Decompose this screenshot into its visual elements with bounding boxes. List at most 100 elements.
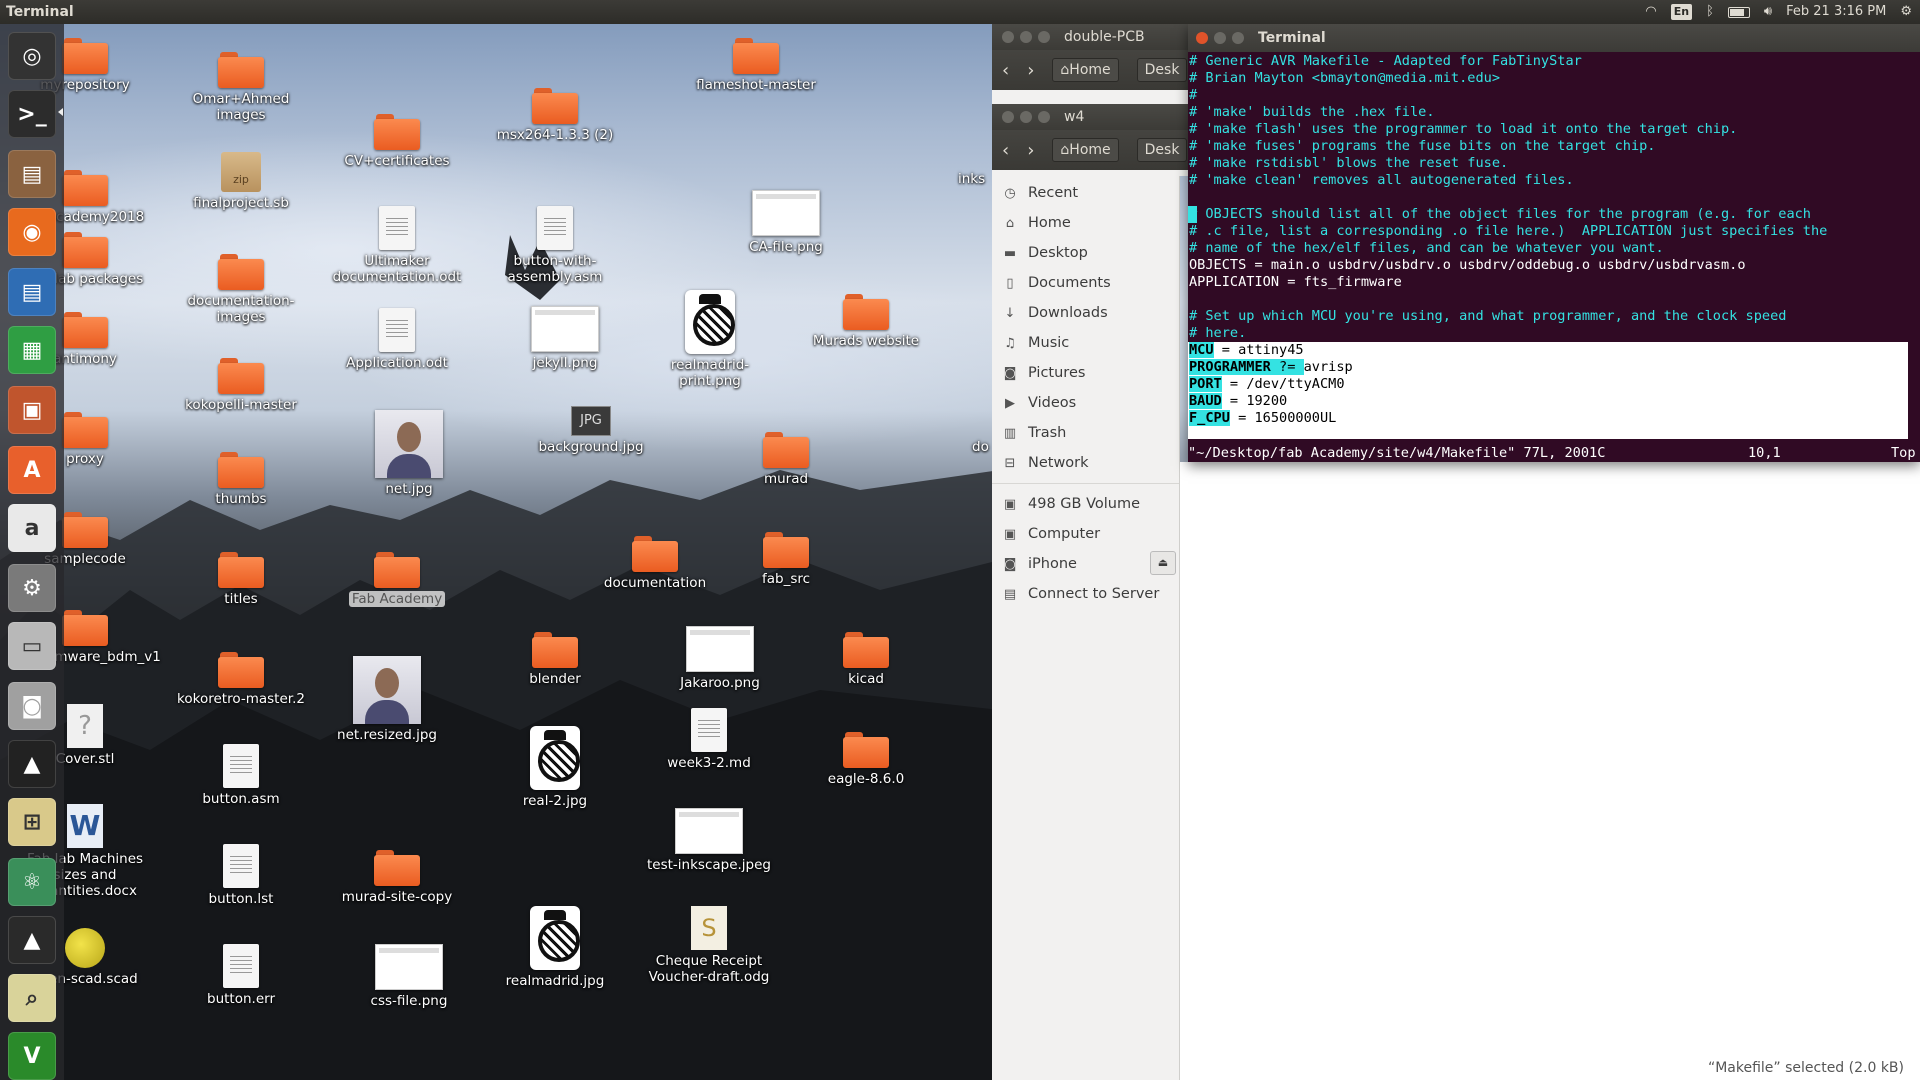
maximize-button[interactable] bbox=[1232, 32, 1244, 44]
desktop-item-label-partial[interactable]: do bbox=[972, 439, 989, 455]
desktop-item[interactable]: net.jpg bbox=[341, 410, 477, 497]
desktop-item[interactable]: fab_src bbox=[718, 532, 854, 587]
terminal-app-icon[interactable]: >_ bbox=[8, 90, 56, 138]
desktop-item[interactable]: CA-file.png bbox=[718, 190, 854, 255]
desktop-item[interactable]: blender bbox=[487, 632, 623, 687]
files-app-icon[interactable]: ▤ bbox=[8, 150, 56, 198]
sidebar-item-videos[interactable]: ▶ Videos bbox=[992, 388, 1179, 418]
terminal-text[interactable]: # Generic AVR Makefile - Adapted for Fab… bbox=[1188, 52, 1920, 439]
close-button[interactable] bbox=[1196, 32, 1208, 44]
window-titlebar[interactable]: w4 bbox=[992, 104, 1188, 130]
desktop-item[interactable]: Omar+Ahmed images bbox=[173, 52, 309, 123]
firefox-app-icon[interactable]: ◉ bbox=[8, 208, 56, 256]
sidebar-item-music[interactable]: ♫ Music bbox=[992, 328, 1179, 358]
desktop-item[interactable]: Ultimaker documentation.odt bbox=[329, 206, 465, 285]
sidebar-item-network[interactable]: ⊟ Network bbox=[992, 448, 1179, 478]
desktop-item[interactable]: Application.odt bbox=[329, 308, 465, 371]
forward-arrow-icon[interactable]: › bbox=[1027, 60, 1034, 81]
atom-app-icon[interactable]: ⚛ bbox=[8, 858, 56, 906]
file-view[interactable]: “Makefile” selected (2.0 kB) bbox=[1180, 462, 1920, 1080]
minimize-button[interactable] bbox=[1214, 32, 1226, 44]
impress-app-icon[interactable]: ▣ bbox=[8, 386, 56, 434]
kicad-app-icon[interactable]: ⊞ bbox=[8, 798, 56, 846]
desktop-item[interactable]: msx264-1.3.3 (2) bbox=[487, 88, 623, 143]
desktop-item[interactable]: zip finalproject.sb bbox=[173, 152, 309, 211]
window-titlebar[interactable]: double-PCB bbox=[992, 24, 1188, 50]
desktop-item[interactable]: Murads website bbox=[798, 294, 934, 349]
sidebar-item-recent[interactable]: ◷ Recent bbox=[992, 178, 1179, 208]
sidebar-item-home[interactable]: ⌂ Home bbox=[992, 208, 1179, 238]
desktop-item[interactable]: flameshot-master bbox=[688, 38, 824, 93]
volume-icon[interactable]: 🔊︎ bbox=[1764, 0, 1772, 24]
desktop-item[interactable]: Fab Academy bbox=[329, 552, 465, 607]
eject-icon[interactable]: ⏏ bbox=[1150, 551, 1176, 575]
breadcrumb-desktop[interactable]: Desk bbox=[1136, 138, 1188, 162]
window-titlebar[interactable]: Terminal bbox=[1188, 24, 1920, 52]
camera-app-icon[interactable]: ◙ bbox=[8, 682, 56, 730]
battery-icon[interactable] bbox=[1727, 6, 1750, 18]
desktop-item[interactable]: Jakaroo.png bbox=[652, 626, 788, 691]
file-manager-window-double-pcb[interactable]: double-PCB ‹ › ⌂Home Desk bbox=[992, 24, 1188, 104]
desktop-item[interactable]: murad-site-copy bbox=[329, 850, 465, 905]
sidebar-item-desktop[interactable]: ▬ Desktop bbox=[992, 238, 1179, 268]
wifi-icon[interactable]: ◠ bbox=[1645, 0, 1656, 24]
breadcrumb-home[interactable]: ⌂Home bbox=[1052, 138, 1119, 162]
writer-app-icon[interactable]: ▤ bbox=[8, 268, 56, 316]
desktop-item[interactable]: documentation bbox=[587, 536, 723, 591]
desktop-item-label-partial[interactable]: inks bbox=[958, 171, 985, 187]
sidebar-item-downloads[interactable]: ↓ Downloads bbox=[992, 298, 1179, 328]
sidebar-item-connect-to-server[interactable]: ▤ Connect to Server bbox=[992, 579, 1179, 609]
close-button[interactable] bbox=[1002, 111, 1014, 123]
desktop-item[interactable]: jekyll.png bbox=[497, 306, 633, 371]
desktop-item[interactable]: JPG background.jpg bbox=[523, 406, 659, 455]
desktop-item[interactable]: net.resized.jpg bbox=[319, 656, 455, 743]
desktop-item[interactable]: button.lst bbox=[173, 844, 309, 907]
calc-app-icon[interactable]: ▦ bbox=[8, 326, 56, 374]
inkscape2-app-icon[interactable]: ▲ bbox=[8, 916, 56, 964]
ubuntu-dash-icon[interactable]: ◎ bbox=[8, 32, 56, 80]
viewer-app-icon[interactable]: ⌕ bbox=[8, 974, 56, 1022]
desktop-item[interactable]: documentation-images bbox=[173, 254, 309, 325]
breadcrumb-home[interactable]: ⌂Home bbox=[1052, 58, 1119, 82]
desktop-item[interactable]: kokopelli-master bbox=[173, 358, 309, 413]
desktop-item[interactable]: titles bbox=[173, 552, 309, 607]
sidebar-item-documents[interactable]: ▯ Documents bbox=[992, 268, 1179, 298]
keyboard-layout-indicator[interactable]: En bbox=[1670, 4, 1693, 20]
desktop-item[interactable]: eagle-8.6.0 bbox=[798, 732, 934, 787]
gear-icon[interactable]: ⚙ bbox=[1900, 0, 1912, 24]
sidebar-item-498-gb-volume[interactable]: ▣ 498 GB Volume bbox=[992, 489, 1179, 519]
sidebar-item-pictures[interactable]: ◙ Pictures bbox=[992, 358, 1179, 388]
desktop-item[interactable]: murad bbox=[718, 432, 854, 487]
desktop-item[interactable]: button.asm bbox=[173, 744, 309, 807]
desktop-item[interactable]: kokoretro-master.2 bbox=[173, 652, 309, 707]
maximize-button[interactable] bbox=[1038, 31, 1050, 43]
desktop-item[interactable]: thumbs bbox=[173, 452, 309, 507]
desktop-item[interactable]: real-2.jpg bbox=[487, 726, 623, 809]
desktop-item[interactable]: test-inkscape.jpeg bbox=[641, 808, 777, 873]
desktop-item[interactable]: S Cheque Receipt Voucher-draft.odg bbox=[641, 906, 777, 985]
bluetooth-icon[interactable]: ᛒ bbox=[1706, 0, 1714, 24]
amazon-app-icon[interactable]: a bbox=[8, 504, 56, 552]
desktop-item[interactable]: week3-2.md bbox=[641, 708, 777, 771]
desktop-item[interactable]: button-with-assembly.asm bbox=[487, 206, 623, 285]
forward-arrow-icon[interactable]: › bbox=[1027, 140, 1034, 161]
breadcrumb-desktop[interactable]: Desk bbox=[1136, 58, 1188, 82]
vim-app-icon[interactable]: V bbox=[8, 1032, 56, 1080]
desktop-item[interactable]: CV+certificates bbox=[329, 114, 465, 169]
sidebar-item-trash[interactable]: ▥ Trash bbox=[992, 418, 1179, 448]
close-button[interactable] bbox=[1002, 31, 1014, 43]
back-arrow-icon[interactable]: ‹ bbox=[1002, 140, 1009, 161]
desktop-item[interactable]: realmadrid.jpg bbox=[487, 906, 623, 989]
desktop-item[interactable]: kicad bbox=[798, 632, 934, 687]
clock[interactable]: Feb 21 3:16 PM bbox=[1786, 0, 1886, 24]
sidebar-item-computer[interactable]: ▣ Computer bbox=[992, 519, 1179, 549]
disk-app-icon[interactable]: ▭ bbox=[8, 622, 56, 670]
software-center-icon[interactable]: A bbox=[8, 446, 56, 494]
desktop-item[interactable]: button.err bbox=[173, 944, 309, 1007]
settings-app-icon[interactable]: ⚙ bbox=[8, 564, 56, 612]
terminal-window[interactable]: Terminal # Generic AVR Makefile - Adapte… bbox=[1188, 24, 1920, 462]
sidebar-item-iphone[interactable]: ◙ iPhone ⏏ bbox=[992, 549, 1179, 579]
back-arrow-icon[interactable]: ‹ bbox=[1002, 60, 1009, 81]
file-manager-window-w4[interactable]: w4 ‹ › ⌂Home Desk bbox=[992, 104, 1188, 176]
maximize-button[interactable] bbox=[1038, 111, 1050, 123]
